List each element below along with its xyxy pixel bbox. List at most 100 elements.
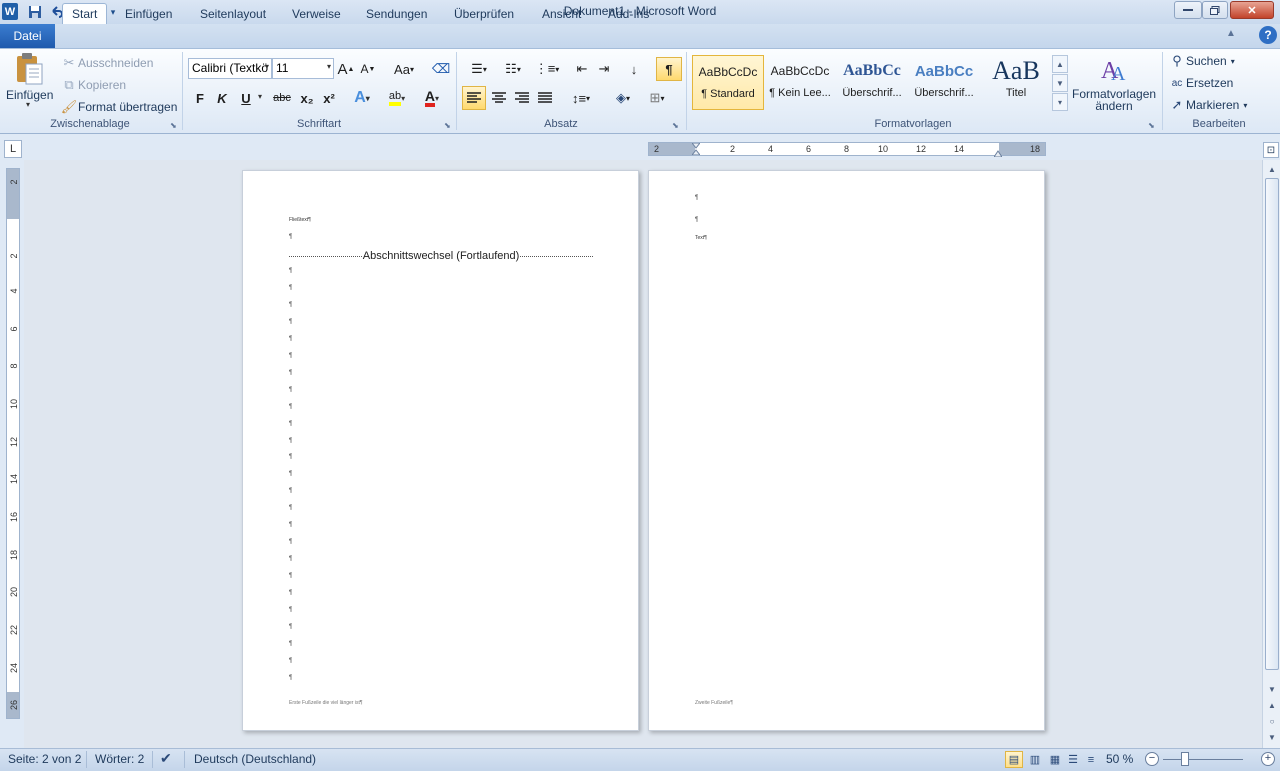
document-page-2[interactable] <box>648 170 1045 731</box>
copy-button[interactable]: ⧉ Kopieren <box>60 76 126 94</box>
clipboard-paste-icon[interactable] <box>14 52 46 86</box>
align-left-button[interactable] <box>462 86 486 110</box>
text-effects-button[interactable]: A ▾ <box>350 88 374 108</box>
show-formatting-marks-button[interactable]: ¶ <box>656 57 682 81</box>
style-titel[interactable]: AaB Titel <box>980 55 1052 110</box>
change-styles-icon[interactable]: AA <box>1098 54 1130 85</box>
justify-button[interactable] <box>534 87 556 109</box>
save-icon[interactable] <box>26 3 44 21</box>
document-canvas[interactable] <box>24 160 1262 748</box>
gallery-scroll-down-icon[interactable]: ▼ <box>1052 74 1068 92</box>
minimize-icon[interactable] <box>1174 1 1202 19</box>
previous-page-icon[interactable]: ▲ <box>1265 698 1279 712</box>
superscript-button[interactable]: x² <box>320 88 338 108</box>
zoom-level[interactable]: 50 % <box>1106 752 1133 766</box>
increase-indent-icon[interactable]: ⇥ <box>594 59 614 79</box>
borders-button[interactable]: ⊞ ▾ <box>642 88 672 108</box>
style-kein-leerraum[interactable]: AaBbCcDc ¶ Kein Lee... <box>764 55 836 110</box>
style-standard[interactable]: AaBbCcDc ¶ Standard <box>692 55 764 110</box>
bullet-list-icon: ☰ <box>471 61 483 76</box>
draft-view-icon[interactable]: ≡ <box>1082 751 1100 768</box>
font-name-combo[interactable]: Calibri (Textkö ▾ <box>188 58 272 79</box>
gallery-more-icon[interactable]: ▾ <box>1052 93 1068 111</box>
bold-button[interactable]: F <box>192 88 208 108</box>
font-color-button[interactable]: A ▾ <box>418 88 446 108</box>
tab-selector-icon[interactable]: L <box>4 140 22 158</box>
style-ueberschrift-2[interactable]: AaBbCc Überschrif... <box>908 55 980 110</box>
paragraph-launcher-icon[interactable]: ⬊ <box>672 121 681 130</box>
tab-add-ins[interactable]: Add-Ins <box>599 3 658 24</box>
align-center-button[interactable] <box>488 87 510 109</box>
horizontal-ruler[interactable]: 2 2 4 6 8 10 12 14 18 <box>648 142 1046 158</box>
restore-icon[interactable] <box>1202 1 1228 19</box>
underline-button[interactable]: U <box>238 88 254 108</box>
zoom-out-icon[interactable]: − <box>1145 752 1159 766</box>
status-page[interactable]: Seite: 2 von 2 <box>8 752 81 766</box>
svg-text:A: A <box>1111 63 1126 84</box>
tab-sendungen[interactable]: Sendungen <box>357 3 436 24</box>
highlight-button[interactable]: ab ▾ <box>382 88 412 108</box>
change-case-button[interactable]: Aa ▾ <box>390 59 418 79</box>
browse-object-icon[interactable]: ○ <box>1265 714 1279 728</box>
status-words[interactable]: Wörter: 2 <box>95 752 144 766</box>
cut-button[interactable]: ✂ Ausschneiden <box>60 54 154 72</box>
tab-ueberpruefen[interactable]: Überprüfen <box>445 3 523 24</box>
underline-dropdown-icon[interactable]: ▾ <box>258 92 262 101</box>
font-size-combo[interactable]: 11 ▾ <box>272 58 334 79</box>
right-indent-marker-icon[interactable] <box>993 146 1003 158</box>
numbering-button[interactable]: ☷ ▾ <box>498 59 528 79</box>
help-icon[interactable]: ? <box>1259 26 1277 44</box>
tab-seitenlayout[interactable]: Seitenlayout <box>191 3 275 24</box>
clear-formatting-icon[interactable]: ⌫ <box>432 59 450 79</box>
scroll-up-icon[interactable]: ▲ <box>1265 162 1279 176</box>
word-app-icon[interactable]: W <box>2 3 18 20</box>
subscript-button[interactable]: x₂ <box>298 88 316 108</box>
bullets-button[interactable]: ☰ ▾ <box>464 59 494 79</box>
replace-button[interactable]: ac Ersetzen <box>1168 74 1234 92</box>
minimize-ribbon-icon[interactable]: ▲ <box>1226 28 1236 39</box>
zoom-slider-track[interactable] <box>1163 759 1243 760</box>
shading-button[interactable]: ◈ ▾ <box>608 88 638 108</box>
tab-ansicht[interactable]: Ansicht <box>533 3 590 24</box>
status-language[interactable]: Deutsch (Deutschland) <box>194 752 316 766</box>
ruler-tick: 4 <box>9 288 19 294</box>
indent-marker-icon[interactable] <box>690 142 702 156</box>
font-launcher-icon[interactable]: ⬊ <box>444 121 453 130</box>
clipboard-launcher-icon[interactable]: ⬊ <box>170 121 179 130</box>
view-ruler-icon[interactable]: ⊡ <box>1263 142 1279 158</box>
sort-icon[interactable]: ↓ <box>624 59 644 79</box>
vertical-scrollbar[interactable]: ▲ ▼ ▲ ○ ▼ <box>1262 160 1280 748</box>
styles-launcher-icon[interactable]: ⬊ <box>1148 121 1157 130</box>
scrollbar-thumb[interactable] <box>1265 178 1279 670</box>
close-icon[interactable]: ✕ <box>1230 1 1274 19</box>
multilevel-list-button[interactable]: ⋮≡ ▾ <box>532 59 562 79</box>
outline-view-icon[interactable]: ☰ <box>1064 751 1082 768</box>
web-layout-icon[interactable]: ▦ <box>1046 751 1064 768</box>
decrease-indent-icon[interactable]: ⇤ <box>572 59 592 79</box>
tab-verweise[interactable]: Verweise <box>283 3 350 24</box>
vertical-ruler[interactable]: 2 2 4 6 8 10 12 14 16 18 20 22 24 26 <box>6 168 20 719</box>
paste-dropdown-icon[interactable]: ▾ <box>26 100 30 109</box>
tab-datei[interactable]: Datei <box>0 24 55 48</box>
grow-font-button[interactable]: A ▲ <box>337 59 355 79</box>
style-ueberschrift-1[interactable]: AaBbCc Überschrif... <box>836 55 908 110</box>
scroll-down-icon[interactable]: ▼ <box>1265 682 1279 696</box>
zoom-slider-thumb[interactable] <box>1181 752 1189 766</box>
align-right-button[interactable] <box>511 87 533 109</box>
line-spacing-button[interactable]: ↕≡ ▾ <box>566 88 596 108</box>
select-button[interactable]: ➚ Markieren ▾ <box>1168 96 1248 114</box>
format-painter-button[interactable]: 🖌 Format übertragen <box>60 98 178 116</box>
zoom-in-icon[interactable]: + <box>1261 752 1275 766</box>
tab-start[interactable]: Start <box>62 3 108 24</box>
italic-button[interactable]: K <box>214 88 230 108</box>
gallery-scroll-up-icon[interactable]: ▲ <box>1052 55 1068 73</box>
strikethrough-button[interactable]: abc <box>272 88 292 108</box>
full-screen-reading-icon[interactable]: ▥ <box>1026 751 1044 768</box>
next-page-icon[interactable]: ▼ <box>1265 730 1279 744</box>
tab-einfuegen[interactable]: Einfügen <box>116 3 181 24</box>
change-styles-button[interactable]: Formatvorlagen ändern <box>1072 88 1156 112</box>
proofing-icon[interactable]: ✔ <box>160 750 172 767</box>
find-button[interactable]: ⚲ Suchen ▾ <box>1168 52 1234 70</box>
shrink-font-button[interactable]: A ▼ <box>359 59 377 79</box>
print-layout-view-icon[interactable]: ▤ <box>1005 751 1023 768</box>
